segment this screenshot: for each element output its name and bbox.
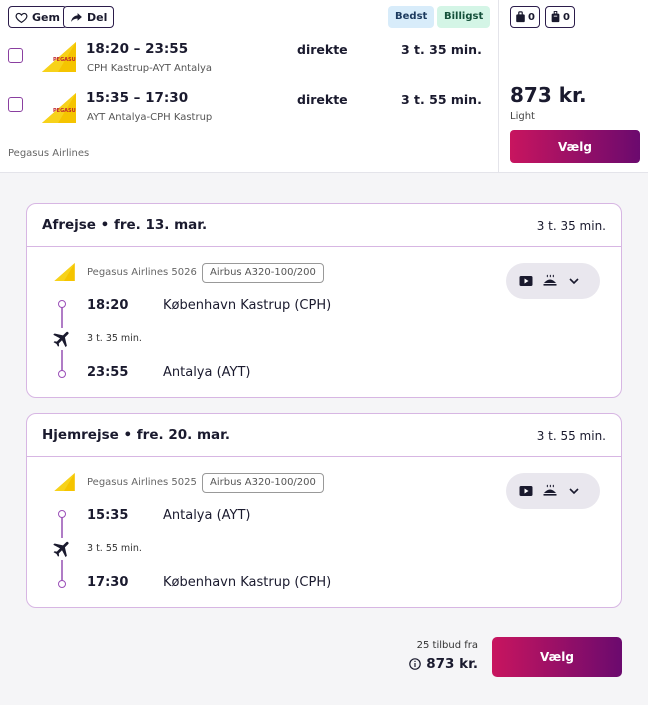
leg-header: Hjemrejse • fre. 20. mar. 3 t. 55 min. — [27, 414, 621, 457]
select-button-bottom[interactable]: Vælg — [492, 637, 622, 677]
depart-place: København Kastrup (CPH) — [163, 298, 332, 313]
checked-bag-icon — [551, 11, 560, 23]
plane-icon — [51, 538, 73, 560]
pegasus-logo-icon: PEGASUS — [42, 42, 76, 72]
chevron-down-icon — [569, 488, 579, 495]
outbound-leg-card: Afrejse • fre. 13. mar. 3 t. 35 min. Peg… — [26, 203, 622, 398]
best-tag: Bedst — [388, 6, 435, 28]
select-button[interactable]: Vælg — [510, 130, 640, 163]
timeline-arrive-dot — [58, 370, 66, 378]
aircraft-badge: Airbus A320-100/200 — [202, 263, 324, 283]
plane-icon — [51, 328, 73, 350]
svg-text:PEGASUS: PEGASUS — [53, 108, 76, 114]
amenities-toggle[interactable] — [506, 473, 600, 509]
share-label: Del — [87, 10, 108, 24]
flight-duration: 3 t. 35 min. — [87, 333, 142, 344]
share-arrow-icon — [71, 12, 82, 22]
depart-time: 15:35 — [87, 508, 129, 523]
airline-name: Pegasus Airlines — [8, 148, 90, 159]
select-outbound-checkbox[interactable] — [8, 48, 23, 63]
flight-number: Pegasus Airlines 5026 — [87, 267, 197, 278]
outbound-duration: 3 t. 35 min. — [401, 42, 482, 57]
select-return-checkbox[interactable] — [8, 97, 23, 112]
timeline-depart-dot — [58, 300, 66, 308]
leg-title: Afrejse • fre. 13. mar. — [42, 217, 208, 233]
return-duration: 3 t. 55 min. — [401, 92, 482, 107]
offers-count: 25 tilbud fra — [416, 640, 478, 651]
pegasus-logo-icon — [54, 263, 75, 281]
bottom-price-value: 873 kr. — [426, 656, 478, 672]
depart-time: 18:20 — [87, 298, 129, 313]
chevron-down-icon — [569, 278, 579, 285]
arrive-time: 23:55 — [87, 365, 129, 380]
cabin-bag-badge: 0 — [510, 6, 540, 28]
return-leg-card: Hjemrejse • fre. 20. mar. 3 t. 55 min. P… — [26, 413, 622, 608]
flight-duration: 3 t. 55 min. — [87, 543, 142, 554]
depart-place: Antalya (AYT) — [163, 508, 251, 523]
video-icon — [519, 276, 533, 286]
svg-text:PEGASUS: PEGASUS — [53, 57, 76, 63]
outbound-times: 18:20 – 23:55 — [86, 41, 189, 57]
outbound-route: CPH Kastrup-AYT Antalya — [87, 63, 213, 74]
arrive-place: København Kastrup (CPH) — [163, 575, 332, 590]
meal-icon — [543, 484, 557, 496]
pegasus-logo-icon — [54, 473, 75, 491]
checked-bag-count: 0 — [563, 11, 570, 23]
leg-duration: 3 t. 35 min. — [536, 219, 606, 233]
bottom-price: 873 kr. — [409, 656, 478, 672]
meal-icon — [543, 274, 557, 286]
result-summary: Gem Del Bedst Billigst 0 0 PEGASUS 18:20… — [0, 0, 648, 173]
price: 873 kr. — [510, 83, 587, 107]
cabin-bag-count: 0 — [528, 11, 535, 23]
timeline-depart-dot — [58, 510, 66, 518]
heart-icon — [15, 12, 28, 23]
save-label: Gem — [32, 10, 60, 24]
summary-divider — [498, 0, 499, 173]
flight-number: Pegasus Airlines 5025 — [87, 477, 197, 488]
cheapest-tag: Billigst — [437, 6, 491, 28]
fare-type: Light — [510, 111, 535, 122]
timeline-arrive-dot — [58, 580, 66, 588]
leg-title: Hjemrejse • fre. 20. mar. — [42, 427, 230, 443]
amenities-toggle[interactable] — [506, 263, 600, 299]
share-button[interactable]: Del — [63, 6, 115, 28]
return-times: 15:35 – 17:30 — [86, 90, 189, 106]
leg-header: Afrejse • fre. 13. mar. 3 t. 35 min. — [27, 204, 621, 247]
save-button[interactable]: Gem — [8, 6, 67, 28]
outbound-stops: direkte — [297, 42, 348, 57]
return-stops: direkte — [297, 92, 348, 107]
aircraft-badge: Airbus A320-100/200 — [202, 473, 324, 493]
arrive-place: Antalya (AYT) — [163, 365, 251, 380]
pegasus-logo-icon: PEGASUS — [42, 93, 76, 123]
checked-bag-badge: 0 — [545, 6, 575, 28]
cabin-bag-icon — [516, 11, 525, 23]
return-route: AYT Antalya-CPH Kastrup — [87, 112, 213, 123]
leg-duration: 3 t. 55 min. — [536, 429, 606, 443]
info-icon[interactable] — [409, 658, 422, 670]
arrive-time: 17:30 — [87, 575, 129, 590]
video-icon — [519, 486, 533, 496]
